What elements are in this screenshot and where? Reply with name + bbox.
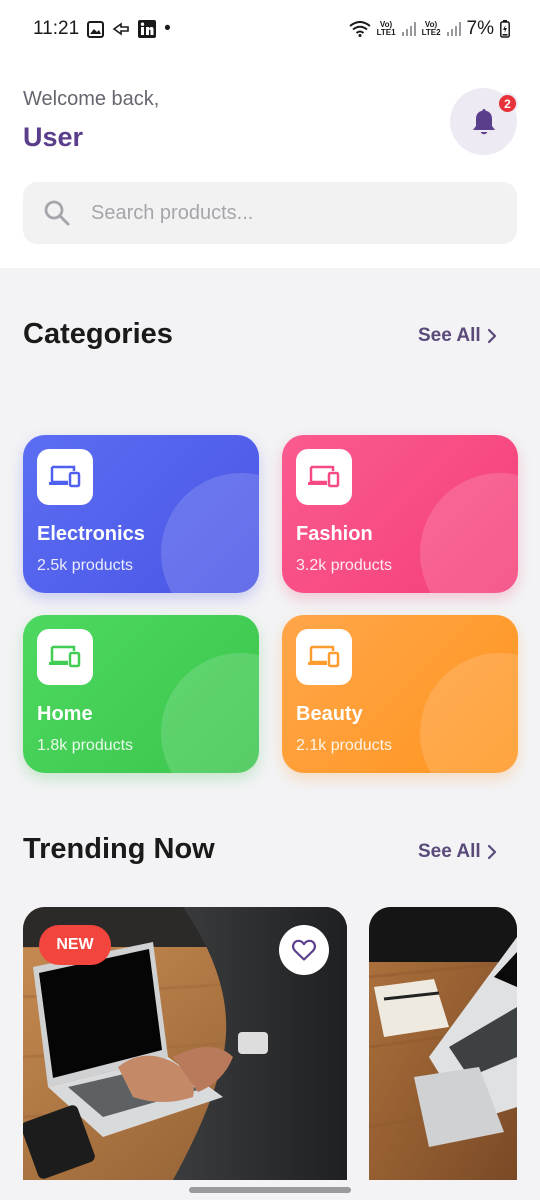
product-card[interactable] bbox=[369, 907, 517, 1180]
product-card[interactable]: NEW bbox=[23, 907, 347, 1180]
status-dot: • bbox=[164, 18, 171, 39]
category-count: 2.5k products bbox=[37, 557, 134, 574]
chevron-right-icon bbox=[487, 328, 496, 344]
category-name: Fashion bbox=[296, 523, 373, 545]
category-name: Beauty bbox=[296, 703, 363, 725]
signal-sim2-icon bbox=[446, 21, 461, 37]
header: Welcome back, User 2 bbox=[0, 58, 540, 268]
battery-percent: 7% bbox=[466, 18, 494, 39]
heart-icon bbox=[291, 939, 317, 961]
signal-sim1-icon bbox=[401, 21, 416, 37]
sim1-bottom: LTE1 bbox=[376, 28, 396, 37]
status-bar: 11:21 • Vo) LTE1 Vo) LTE2 7% bbox=[0, 0, 540, 58]
trending-title: Trending Now bbox=[23, 833, 215, 865]
notification-badge: 2 bbox=[497, 93, 518, 114]
sim2-bottom: LTE2 bbox=[421, 28, 441, 37]
category-icon-box bbox=[296, 449, 352, 505]
categories-title: Categories bbox=[23, 318, 173, 350]
category-icon-box bbox=[37, 629, 93, 685]
status-bar-right: Vo) LTE1 Vo) LTE2 7% bbox=[348, 18, 510, 40]
home-indicator[interactable] bbox=[189, 1187, 351, 1193]
messenger-icon bbox=[112, 22, 130, 36]
category-icon-box bbox=[296, 629, 352, 685]
search-icon bbox=[44, 200, 70, 226]
card-decoration bbox=[420, 473, 518, 593]
linkedin-icon bbox=[138, 20, 157, 38]
status-time: 11:21 bbox=[33, 18, 80, 39]
search-bar[interactable] bbox=[23, 182, 517, 244]
bell-icon bbox=[472, 108, 495, 134]
devices-icon bbox=[308, 645, 340, 668]
chevron-right-icon bbox=[487, 844, 496, 860]
welcome-text: Welcome back, bbox=[23, 88, 160, 110]
notifications-button[interactable]: 2 bbox=[450, 88, 518, 155]
sim1-label: Vo) LTE1 bbox=[377, 21, 396, 37]
category-card-electronics[interactable]: Electronics 2.5k products bbox=[23, 435, 259, 593]
category-name: Electronics bbox=[37, 523, 145, 545]
category-count: 3.2k products bbox=[296, 557, 393, 574]
product-image bbox=[369, 907, 517, 1180]
username: User bbox=[23, 122, 84, 152]
card-decoration bbox=[420, 653, 518, 773]
card-decoration bbox=[161, 473, 259, 593]
see-all-label: See All bbox=[418, 841, 481, 862]
categories-see-all[interactable]: See All bbox=[418, 325, 497, 347]
category-card-beauty[interactable]: Beauty 2.1k products bbox=[282, 615, 518, 773]
status-bar-left: 11:21 • bbox=[33, 18, 171, 40]
search-input[interactable] bbox=[91, 201, 471, 225]
card-decoration bbox=[161, 653, 259, 773]
battery-icon bbox=[500, 20, 510, 38]
wifi-icon bbox=[348, 21, 371, 37]
favorite-button[interactable] bbox=[279, 925, 329, 975]
trending-see-all[interactable]: See All bbox=[418, 841, 497, 863]
sim2-label: Vo) LTE2 bbox=[422, 21, 441, 37]
category-icon-box bbox=[37, 449, 93, 505]
category-card-home[interactable]: Home 1.8k products bbox=[23, 615, 259, 773]
category-count: 1.8k products bbox=[37, 737, 134, 754]
gallery-icon bbox=[87, 20, 105, 38]
category-name: Home bbox=[37, 703, 93, 725]
category-count: 2.1k products bbox=[296, 737, 393, 754]
new-badge: NEW bbox=[39, 925, 111, 965]
devices-icon bbox=[308, 465, 340, 488]
devices-icon bbox=[49, 465, 81, 488]
see-all-label: See All bbox=[418, 325, 481, 346]
category-card-fashion[interactable]: Fashion 3.2k products bbox=[282, 435, 518, 593]
devices-icon bbox=[49, 645, 81, 668]
